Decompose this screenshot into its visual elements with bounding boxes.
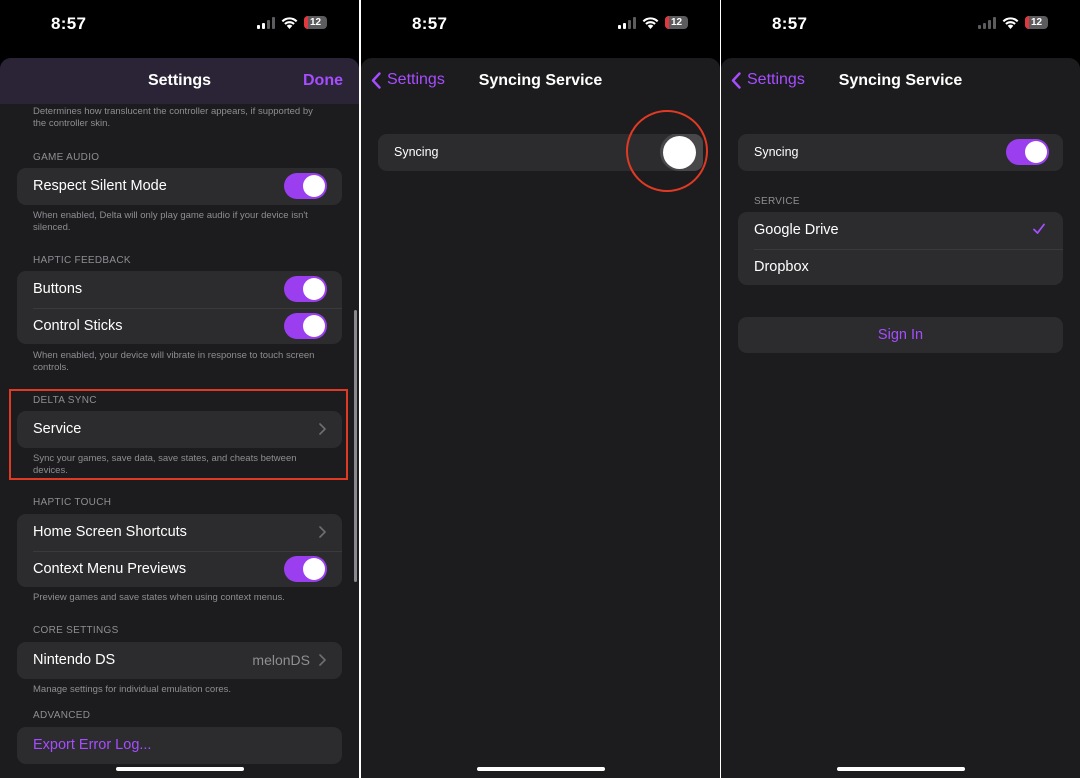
context-menu-previews-toggle[interactable] [284, 555, 327, 582]
wifi-icon [281, 16, 298, 29]
section-label-haptic-feedback: HAPTIC FEEDBACK [33, 255, 131, 266]
syncing-row[interactable]: Syncing [738, 134, 1063, 171]
syncing-service-off-screen: 8:57 12 Settings Syncing Service Syncing [361, 0, 720, 778]
google-drive-option[interactable]: Google Drive [738, 212, 1063, 249]
row-label: Respect Silent Mode [33, 178, 167, 195]
nintendo-ds-row[interactable]: Nintendo DS melonDS [17, 642, 342, 679]
section-label-haptic-touch: HAPTIC TOUCH [33, 497, 112, 508]
chevron-right-icon [319, 654, 326, 667]
core-detail-value: melonDS [252, 652, 310, 669]
buttons-row[interactable]: Buttons [17, 271, 342, 308]
section-label-service: SERVICE [754, 196, 800, 207]
sign-in-button[interactable]: Sign In [738, 317, 1063, 353]
battery-icon: 12 [1025, 16, 1048, 29]
wifi-icon [642, 16, 659, 29]
haptic-touch-group: Home Screen Shortcuts Context Menu Previ… [17, 514, 342, 587]
cellular-signal-icon [978, 16, 996, 29]
context-menu-previews-row[interactable]: Context Menu Previews [17, 550, 342, 588]
wifi-icon [1002, 16, 1019, 29]
chevron-right-icon [319, 526, 326, 539]
section-label-game-audio: GAME AUDIO [33, 152, 100, 163]
row-label: Buttons [33, 281, 83, 298]
export-error-log-button[interactable]: Export Error Log... [17, 727, 342, 764]
respect-silent-mode-toggle[interactable] [284, 173, 327, 200]
syncing-sheet: Settings Syncing Service Syncing SERVICE… [721, 58, 1080, 778]
syncing-toggle[interactable] [1006, 139, 1049, 166]
syncing-toggle-highlight [626, 110, 708, 192]
core-settings-footer: Manage settings for individual emulation… [33, 684, 232, 695]
done-button[interactable]: Done [303, 72, 343, 90]
page-title: Syncing Service [478, 72, 603, 89]
status-time: 8:57 [51, 14, 87, 33]
status-bar: 8:57 12 [721, 0, 1080, 50]
cellular-signal-icon [257, 16, 275, 29]
settings-screen: 8:57 12 Settings Done Determines how tra… [0, 0, 359, 778]
row-label: Dropbox [754, 258, 809, 275]
dropbox-option[interactable]: Dropbox [738, 248, 1063, 286]
translucency-footer: Determines how translucent the controlle… [33, 106, 313, 129]
navigation-bar: Settings Syncing Service [361, 58, 720, 104]
control-sticks-row[interactable]: Control Sticks [17, 307, 342, 345]
haptic-feedback-footer: When enabled, your device will vibrate i… [33, 350, 315, 373]
navigation-bar: Settings Done [0, 58, 359, 104]
row-label: Syncing [394, 145, 439, 160]
status-bar: 8:57 12 [361, 0, 720, 50]
row-label: Syncing [754, 145, 799, 160]
row-label: Home Screen Shortcuts [33, 524, 187, 541]
home-indicator[interactable] [476, 767, 605, 771]
scrollbar[interactable] [354, 310, 357, 582]
syncing-group: Syncing [738, 134, 1063, 171]
service-options-group: Google Drive Dropbox [738, 212, 1063, 285]
navigation-bar: Settings Syncing Service [721, 58, 1080, 104]
row-label: Nintendo DS [33, 652, 116, 669]
section-label-advanced: ADVANCED [33, 710, 91, 721]
cellular-signal-icon [618, 16, 636, 29]
haptic-touch-footer: Preview games and save states when using… [33, 592, 285, 603]
delta-sync-highlight [9, 389, 348, 480]
control-sticks-toggle[interactable] [284, 312, 327, 339]
advanced-group: Export Error Log... [17, 727, 342, 764]
home-indicator[interactable] [836, 767, 965, 771]
home-indicator[interactable] [115, 767, 244, 771]
section-label-core-settings: CORE SETTINGS [33, 625, 119, 636]
buttons-toggle[interactable] [284, 276, 327, 303]
battery-icon: 12 [304, 16, 327, 29]
status-time: 8:57 [412, 14, 448, 33]
core-settings-group: Nintendo DS melonDS [17, 642, 342, 679]
row-label: Control Sticks [33, 317, 123, 334]
respect-silent-mode-row[interactable]: Respect Silent Mode [17, 168, 342, 205]
syncing-service-on-screen: 8:57 12 Settings Syncing Service Syncing… [721, 0, 1080, 778]
battery-icon: 12 [665, 16, 688, 29]
checkmark-icon [1033, 223, 1045, 235]
row-label: Google Drive [754, 222, 839, 239]
page-title: Syncing Service [838, 72, 963, 89]
row-label: Context Menu Previews [33, 560, 187, 577]
haptic-feedback-group: Buttons Control Sticks [17, 271, 342, 344]
home-screen-shortcuts-row[interactable]: Home Screen Shortcuts [17, 514, 342, 551]
game-audio-footer: When enabled, Delta will only play game … [33, 210, 308, 233]
status-bar: 8:57 12 [0, 0, 359, 50]
status-time: 8:57 [772, 14, 808, 33]
game-audio-group: Respect Silent Mode [17, 168, 342, 205]
